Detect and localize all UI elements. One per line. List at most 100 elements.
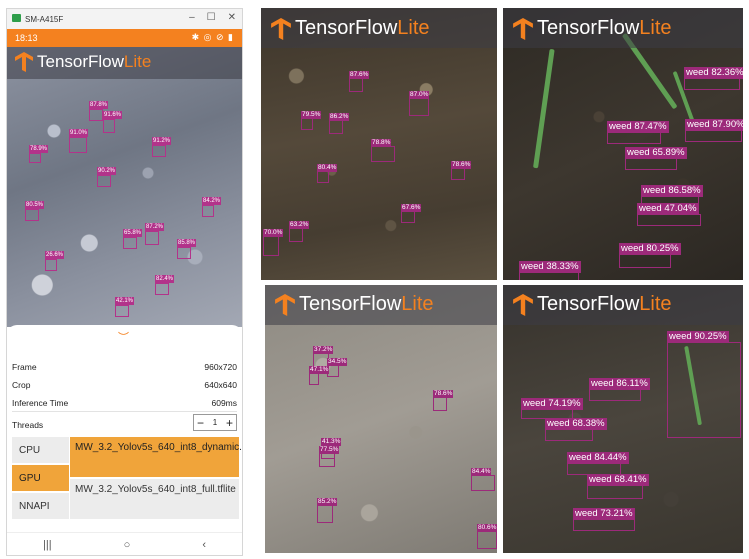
phone-screen: SM-A415F – ☐ ✕ 18:13 ✱ ◎ ⊘ ▮ TensorFlowL… [6, 8, 243, 556]
divider [12, 411, 237, 412]
detection-box: 87.6% [349, 71, 370, 92]
detection-label: 42.1% [115, 297, 135, 305]
minimize-icon[interactable]: – [189, 12, 195, 23]
detection-box: weed 86.11% [589, 378, 650, 401]
grass-blade [533, 48, 555, 169]
detection-box: 87.8% [89, 101, 109, 121]
back-icon[interactable]: ‹ [202, 539, 206, 551]
tensorflow-icon [513, 293, 533, 316]
detection-box: 80.5% [25, 201, 45, 221]
window-titlebar: SM-A415F – ☐ ✕ [7, 9, 242, 29]
tensorflow-lite-logo: TensorFlowLite [275, 293, 434, 316]
window-controls: – ☐ ✕ [189, 12, 236, 23]
maximize-icon[interactable]: ☐ [207, 12, 216, 23]
detection-label: 84.4% [471, 468, 492, 476]
close-icon[interactable]: ✕ [228, 12, 236, 23]
logo-word-lite: Lite [397, 17, 430, 39]
app-icon [12, 14, 21, 22]
model-dynamic[interactable]: MW_3.2_Yolov5s_640_int8_dynamic.tflite [70, 437, 242, 477]
detection-label: 91.0% [69, 129, 89, 137]
tensorflow-icon [15, 52, 33, 72]
detection-box: weed 65.89% [625, 147, 687, 170]
detection-label: weed 38.33% [519, 261, 581, 273]
detection-label: 82.4% [155, 275, 175, 283]
detection-label: 77.5% [319, 446, 340, 454]
detection-box: 80.4% [317, 164, 338, 183]
detection-label: 78.9% [29, 145, 49, 153]
detection-label: weed 73.21% [573, 508, 635, 520]
detection-box: 65.8% [123, 229, 143, 249]
detection-label: 67.6% [401, 204, 422, 212]
detection-label: 91.6% [103, 111, 123, 119]
detection-label: 70.0% [263, 229, 284, 237]
detection-label: 63.2% [289, 221, 310, 229]
minus-button[interactable]: − [197, 417, 204, 429]
detection-box: 77.5% [319, 446, 340, 467]
detection-box: 78.6% [451, 161, 472, 180]
result-photo-3: TensorFlowLite 37.2% 34.5% 47.1% 78.6% 41.3%… [265, 285, 497, 553]
detection-label: 80.5% [25, 201, 45, 209]
camera-preview: TensorFlowLite 87.8% 91.6% 91.0% 91.2% 78.9%… [7, 47, 242, 327]
android-navbar: ||| ○ ‹ [7, 532, 242, 555]
delegate-cpu[interactable]: CPU [12, 437, 69, 463]
delegate-nnapi[interactable]: NNAPI [12, 493, 69, 519]
threads-row: Threads [12, 420, 43, 430]
model-full[interactable]: MW_3.2_Yolov5s_640_int8_full.tflite [70, 479, 239, 519]
detection-box: 78.6% [433, 390, 454, 411]
app-header: TensorFlowLite [7, 47, 242, 79]
status-bar: 18:13 ✱ ◎ ⊘ ▮ [7, 29, 242, 47]
detection-box: weed 47.04% [637, 203, 701, 226]
tensorflow-lite-logo: TensorFlowLite [513, 17, 672, 40]
threads-label: Threads [12, 420, 44, 430]
delegate-gpu[interactable]: GPU [12, 465, 69, 491]
detection-box: 70.0% [263, 229, 284, 256]
tensorflow-icon [271, 17, 291, 40]
detection-box: weed 87.90% [685, 119, 743, 142]
detection-label: weed 74.19% [521, 398, 583, 410]
detection-label: weed 68.41% [587, 474, 649, 486]
detection-label: weed 84.44% [567, 452, 629, 464]
recents-icon[interactable]: ||| [43, 539, 52, 551]
inference-label: Inference Time [12, 398, 69, 408]
detection-label: 37.2% [313, 346, 334, 354]
plus-button[interactable]: + [226, 417, 233, 429]
detection-box: 85.8% [177, 239, 197, 259]
detection-label: 87.6% [349, 71, 370, 79]
detection-label: weed 86.11% [589, 378, 650, 390]
detection-label: weed 47.04% [637, 203, 699, 215]
detection-box: 82.4% [155, 275, 175, 295]
frame-row: Frame 960x720 [12, 362, 237, 372]
detection-label: weed 87.47% [607, 121, 669, 133]
detection-label: 79.5% [301, 111, 322, 119]
detection-label: 86.2% [329, 113, 350, 121]
detection-label: 78.8% [371, 139, 392, 147]
result-photo-2: TensorFlowLite weed 82.36% weed 87.47% wee… [503, 8, 743, 280]
detection-box: 87.0% [409, 91, 430, 116]
detection-label: weed 65.89% [625, 147, 687, 159]
detection-label: 41.3% [321, 438, 342, 446]
detection-label: 78.6% [433, 390, 454, 398]
detection-label: 26.6% [45, 251, 65, 259]
logo-word-lite: Lite [401, 293, 434, 315]
logo-word-lite: Lite [123, 52, 152, 71]
status-time: 18:13 [15, 33, 38, 43]
inference-row: Inference Time 609ms [12, 398, 237, 408]
detection-label: 84.2% [202, 197, 222, 205]
chevron-down-icon[interactable]: ︶ [118, 329, 129, 345]
detection-box: weed 80.25% [619, 243, 681, 268]
detection-label: 85.8% [177, 239, 197, 247]
detection-box: weed 82.36% [684, 67, 743, 90]
frame-value: 960x720 [204, 362, 237, 372]
logo-word-lite: Lite [639, 17, 672, 39]
detection-label: weed 82.36% [684, 67, 743, 79]
tensorflow-icon [275, 293, 295, 316]
threads-stepper[interactable]: − 1 + [193, 414, 237, 431]
detection-label: weed 86.58% [641, 185, 703, 197]
home-icon[interactable]: ○ [124, 539, 131, 551]
detection-label: 65.8% [123, 229, 143, 237]
detection-box: 90.2% [97, 167, 117, 187]
logo-word-tensorflow: TensorFlow [537, 293, 640, 315]
detection-box: 91.0% [69, 129, 89, 153]
detection-box: 78.9% [29, 145, 49, 163]
detection-label: weed 87.90% [685, 119, 743, 131]
